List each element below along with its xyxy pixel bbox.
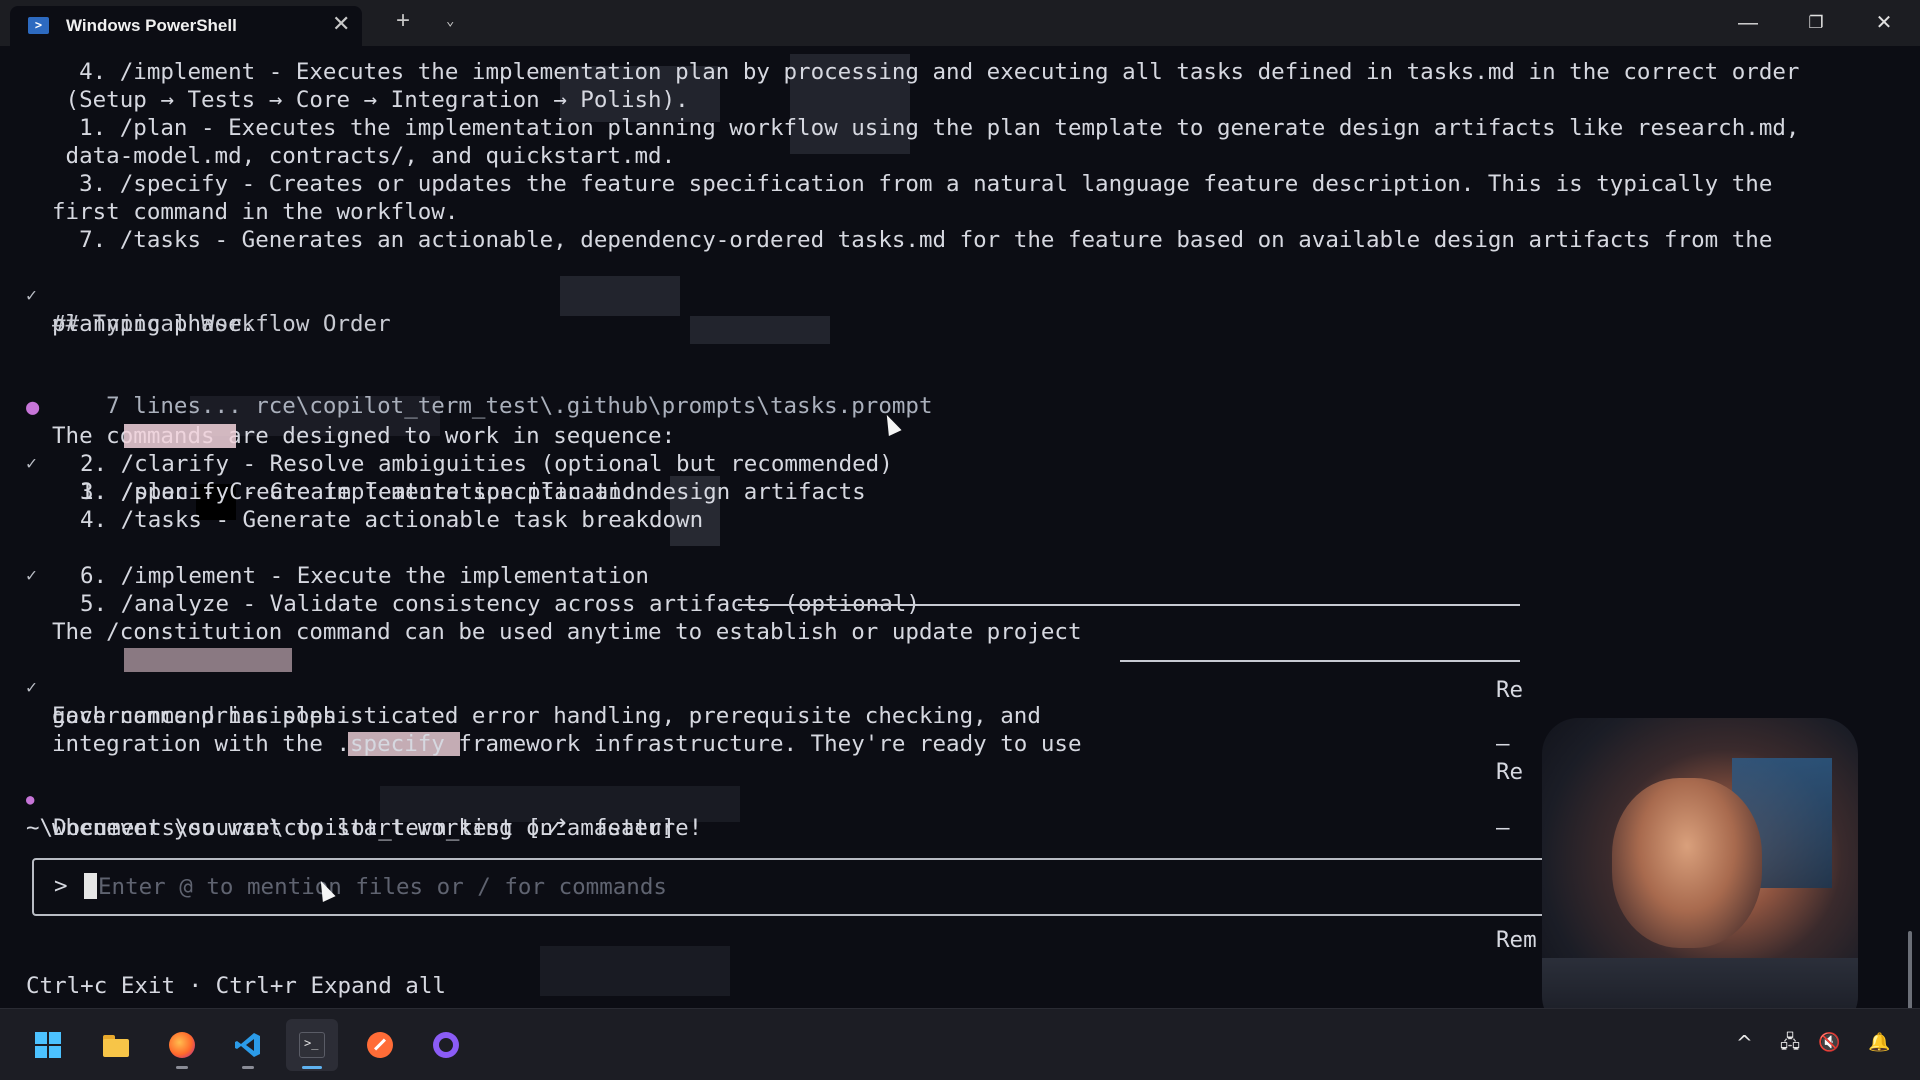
check-icon: ✓ [26,565,37,586]
prompt-path: ~\Documents\source\copilot_term_test [⎇ … [26,815,676,841]
powershell-icon: > [28,17,49,34]
tab-close-button[interactable]: ✕ [332,13,350,35]
bullet-icon: ● [26,792,35,808]
notifications-icon[interactable]: 🔔 [1868,1031,1890,1055]
check-icon: ✓ [26,453,37,474]
close-window-button[interactable]: ✕ [1854,6,1914,40]
bullet-icon: ● [26,395,40,420]
terminal-icon: >_ [299,1032,325,1058]
command-input-box[interactable]: > [32,858,1548,916]
taskbar-postman[interactable] [354,1019,406,1071]
firefox-icon [169,1032,195,1058]
command-highlight [124,648,292,672]
video-artifact [540,946,730,996]
command-input[interactable] [98,870,1498,904]
start-icon [35,1032,61,1058]
taskbar-github[interactable] [420,1019,472,1071]
tab-windows-powershell[interactable]: > Windows PowerShell ✕ [10,6,362,46]
check-icon: ✓ [26,285,37,306]
keyboard-shortcuts-hint: Ctrl+c Exit · Ctrl+r Expand all [26,973,446,999]
status-text: — [1496,731,1510,757]
tab-title: Windows PowerShell [66,16,237,35]
taskbar-vscode[interactable] [222,1019,274,1071]
status-text: — [1496,815,1510,841]
check-icon: ✓ [26,677,37,698]
webcam-overlay [1542,718,1858,1032]
new-tab-button[interactable]: + [396,9,410,33]
minimize-button[interactable]: — [1718,6,1778,40]
video-artifact [690,316,830,344]
taskbar: >_ ^ 🖧 🔇 🔔 [0,1008,1920,1080]
network-icon[interactable]: 🖧 [1780,1031,1800,1055]
file-explorer-icon [103,1032,129,1058]
running-indicator [302,1066,322,1069]
tray-chevron-icon[interactable]: ^ [1736,1031,1753,1055]
output-line: ✓ governance principles. [0,646,350,729]
postman-icon [367,1032,393,1058]
vscode-icon [235,1032,261,1058]
webcam-person [1612,778,1762,948]
command-highlight [124,424,236,448]
title-bar: > Windows PowerShell ✕ + ⌄ — ❐ ✕ [0,0,1920,46]
workflow-step: ✓ 1. /specify - Create feature specifica… [0,422,649,505]
text-cursor [84,873,97,899]
output-line: ● The commands are designed to work in s… [26,395,676,449]
github-icon [433,1032,459,1058]
workflow-step: ✓ 5. /analyze - Validate consistency acr… [0,534,920,617]
running-indicator [176,1066,188,1069]
output-line: ✓ planning phase. [0,254,255,337]
maximize-button[interactable]: ❐ [1786,6,1846,40]
taskbar-firefox[interactable] [156,1019,208,1071]
status-text: Rem [1496,927,1537,953]
video-artifact [560,276,680,316]
prompt-symbol: > [54,873,68,899]
volume-muted-icon[interactable]: 🔇 [1818,1031,1840,1055]
divider [738,604,1520,606]
start-button[interactable] [22,1019,74,1071]
running-indicator [242,1066,254,1069]
taskbar-terminal[interactable]: >_ [286,1019,338,1071]
divider [1120,660,1520,662]
tab-dropdown-button[interactable]: ⌄ [446,13,454,29]
status-text: Re [1496,677,1524,703]
taskbar-file-explorer[interactable] [90,1019,142,1071]
status-text: Re [1496,759,1524,785]
output-line: ● whenever you want to start working on … [0,758,702,841]
